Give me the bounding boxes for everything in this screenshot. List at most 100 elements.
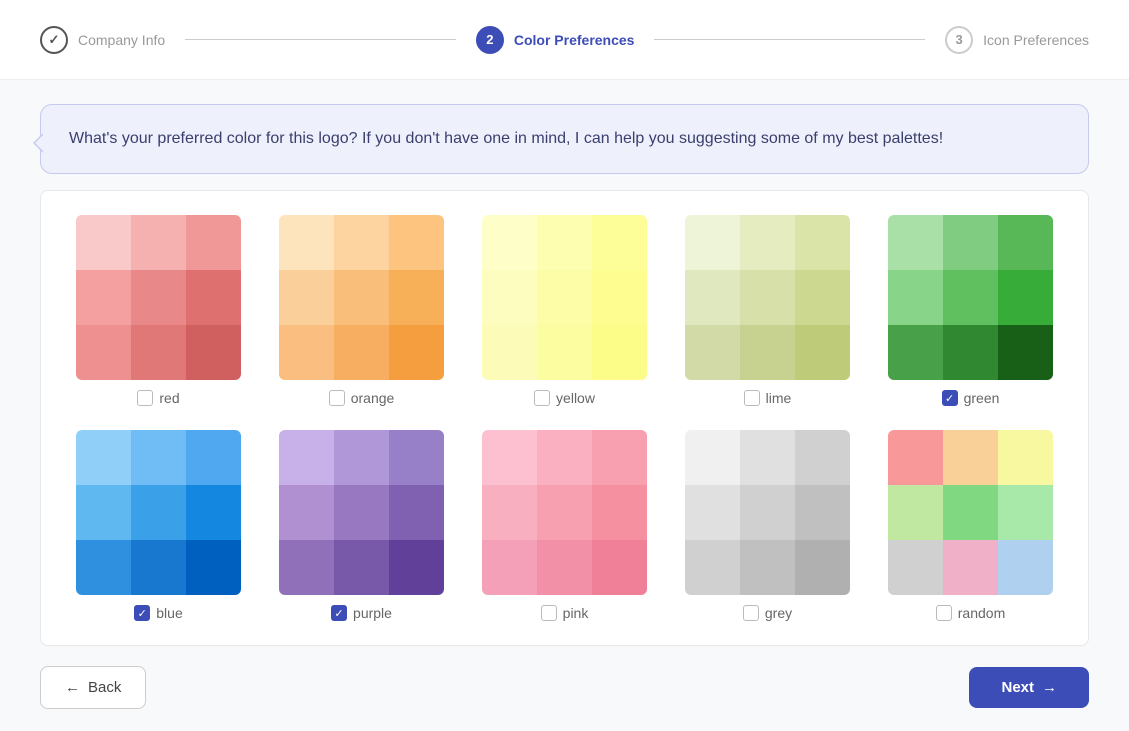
swatch-cell-lime-4 bbox=[740, 270, 795, 325]
swatch-cell-red-5 bbox=[186, 270, 241, 325]
footer: ← Back Next → bbox=[0, 646, 1129, 729]
swatch-cell-blue-8 bbox=[186, 540, 241, 595]
palette-checkbox-pink[interactable] bbox=[541, 605, 557, 621]
step-company-info: ✓ Company Info bbox=[40, 26, 165, 54]
swatch-cell-orange-2 bbox=[389, 215, 444, 270]
swatch-cell-red-7 bbox=[131, 325, 186, 380]
swatch-cell-grey-6 bbox=[685, 540, 740, 595]
palette-item-pink[interactable]: pink bbox=[479, 430, 650, 621]
palette-label-text-lime: lime bbox=[766, 390, 792, 406]
swatch-cell-purple-5 bbox=[389, 485, 444, 540]
palette-checkbox-grey[interactable] bbox=[743, 605, 759, 621]
palette-label-text-yellow: yellow bbox=[556, 390, 595, 406]
swatch-cell-green-8 bbox=[998, 325, 1053, 380]
back-button[interactable]: ← Back bbox=[40, 666, 146, 709]
palette-checkbox-red[interactable] bbox=[137, 390, 153, 406]
palette-label-text-red: red bbox=[159, 390, 179, 406]
palette-section: redorangeyellowlime✓green✓blue✓purplepin… bbox=[40, 190, 1089, 646]
swatch-cell-green-0 bbox=[888, 215, 943, 270]
palette-checkbox-lime[interactable] bbox=[744, 390, 760, 406]
palette-item-blue[interactable]: ✓ blue bbox=[73, 430, 244, 621]
swatch-cell-blue-5 bbox=[186, 485, 241, 540]
swatch-cell-pink-4 bbox=[537, 485, 592, 540]
swatch-cell-green-1 bbox=[943, 215, 998, 270]
swatch-cell-yellow-3 bbox=[482, 270, 537, 325]
swatch-grid-grey bbox=[685, 430, 850, 595]
swatch-cell-green-5 bbox=[998, 270, 1053, 325]
swatch-cell-orange-6 bbox=[279, 325, 334, 380]
swatch-cell-pink-1 bbox=[537, 430, 592, 485]
palette-label-yellow: yellow bbox=[534, 390, 595, 406]
palette-checkbox-orange[interactable] bbox=[329, 390, 345, 406]
palette-checkbox-green[interactable]: ✓ bbox=[942, 390, 958, 406]
palette-item-yellow[interactable]: yellow bbox=[479, 215, 650, 406]
swatch-cell-red-3 bbox=[76, 270, 131, 325]
swatch-cell-purple-6 bbox=[279, 540, 334, 595]
swatch-cell-grey-1 bbox=[740, 430, 795, 485]
palette-checkbox-purple[interactable]: ✓ bbox=[331, 605, 347, 621]
palette-item-grey[interactable]: grey bbox=[682, 430, 853, 621]
swatch-cell-pink-8 bbox=[592, 540, 647, 595]
swatch-cell-blue-2 bbox=[186, 430, 241, 485]
swatch-cell-lime-8 bbox=[795, 325, 850, 380]
swatch-cell-orange-1 bbox=[334, 215, 389, 270]
swatch-cell-random-0 bbox=[888, 430, 943, 485]
swatch-cell-lime-7 bbox=[740, 325, 795, 380]
swatch-cell-red-8 bbox=[186, 325, 241, 380]
swatch-cell-grey-0 bbox=[685, 430, 740, 485]
swatch-cell-blue-3 bbox=[76, 485, 131, 540]
swatch-cell-grey-3 bbox=[685, 485, 740, 540]
swatch-cell-yellow-2 bbox=[592, 215, 647, 270]
swatch-cell-grey-7 bbox=[740, 540, 795, 595]
palette-label-blue: ✓ blue bbox=[134, 605, 182, 621]
swatch-cell-orange-4 bbox=[334, 270, 389, 325]
swatch-cell-red-0 bbox=[76, 215, 131, 270]
palette-label-random: random bbox=[936, 605, 1005, 621]
swatch-grid-lime bbox=[685, 215, 850, 380]
swatch-cell-purple-8 bbox=[389, 540, 444, 595]
step-icon-preferences: 3 Icon Preferences bbox=[945, 26, 1089, 54]
palette-item-green[interactable]: ✓green bbox=[885, 215, 1056, 406]
swatch-grid-orange bbox=[279, 215, 444, 380]
swatch-cell-red-1 bbox=[131, 215, 186, 270]
swatch-cell-yellow-7 bbox=[537, 325, 592, 380]
swatch-cell-purple-4 bbox=[334, 485, 389, 540]
next-label: Next bbox=[1001, 679, 1034, 696]
next-button[interactable]: Next → bbox=[969, 667, 1089, 708]
swatch-cell-random-7 bbox=[943, 540, 998, 595]
swatch-cell-blue-1 bbox=[131, 430, 186, 485]
swatch-cell-lime-5 bbox=[795, 270, 850, 325]
palette-label-orange: orange bbox=[329, 390, 395, 406]
palette-label-text-blue: blue bbox=[156, 605, 182, 621]
palette-item-purple[interactable]: ✓purple bbox=[276, 430, 447, 621]
swatch-cell-grey-2 bbox=[795, 430, 850, 485]
step-color-preferences: 2 Color Preferences bbox=[476, 26, 635, 54]
swatch-cell-purple-2 bbox=[389, 430, 444, 485]
swatch-cell-pink-5 bbox=[592, 485, 647, 540]
swatch-cell-green-4 bbox=[943, 270, 998, 325]
palette-checkbox-random[interactable] bbox=[936, 605, 952, 621]
swatch-cell-pink-6 bbox=[482, 540, 537, 595]
palette-item-orange[interactable]: orange bbox=[276, 215, 447, 406]
swatch-cell-pink-2 bbox=[592, 430, 647, 485]
swatch-cell-random-8 bbox=[998, 540, 1053, 595]
palette-checkbox-yellow[interactable] bbox=[534, 390, 550, 406]
swatch-cell-yellow-6 bbox=[482, 325, 537, 380]
palette-checkbox-blue[interactable]: ✓ bbox=[134, 605, 150, 621]
swatch-cell-orange-7 bbox=[334, 325, 389, 380]
swatch-cell-blue-7 bbox=[131, 540, 186, 595]
back-arrow-icon: ← bbox=[65, 679, 80, 696]
palette-item-random[interactable]: random bbox=[885, 430, 1056, 621]
step-label-2: Color Preferences bbox=[514, 32, 635, 48]
next-arrow-icon: → bbox=[1042, 679, 1057, 696]
swatch-grid-purple bbox=[279, 430, 444, 595]
palette-item-lime[interactable]: lime bbox=[682, 215, 853, 406]
swatch-cell-purple-7 bbox=[334, 540, 389, 595]
swatch-cell-green-2 bbox=[998, 215, 1053, 270]
swatch-cell-yellow-4 bbox=[537, 270, 592, 325]
step-circle-2: 2 bbox=[476, 26, 504, 54]
palette-item-red[interactable]: red bbox=[73, 215, 244, 406]
swatch-cell-yellow-5 bbox=[592, 270, 647, 325]
swatch-cell-yellow-8 bbox=[592, 325, 647, 380]
swatch-cell-blue-6 bbox=[76, 540, 131, 595]
